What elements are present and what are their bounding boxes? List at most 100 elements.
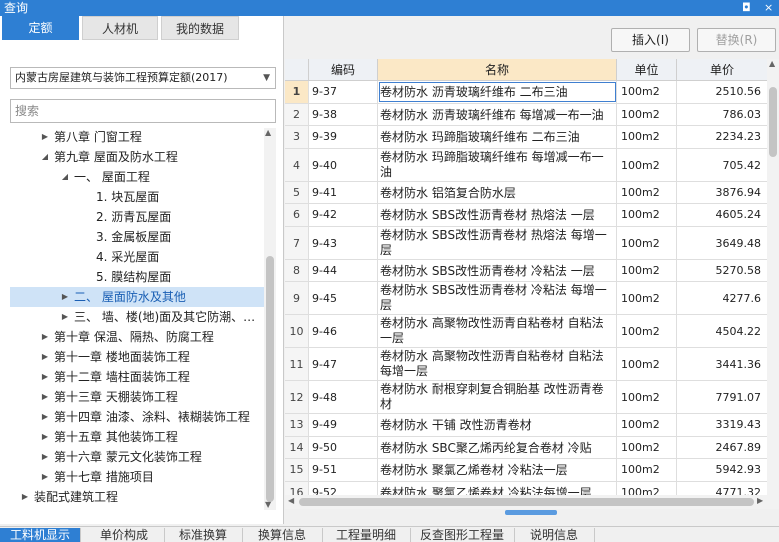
quota-library-select[interactable]: 内蒙古房屋建筑与装饰工程预算定额(2017) ▼ — [10, 67, 276, 89]
row-index: 5 — [285, 181, 309, 203]
scroll-left-icon[interactable]: ◀ — [288, 496, 294, 505]
tree-node-label: 第九章 屋面及防水工程 — [54, 150, 178, 164]
row-unit: 100m2 — [617, 226, 677, 259]
replace-button[interactable]: 替换(R) — [697, 28, 776, 52]
table-row[interactable]: 11 9-47 卷材防水 高聚物改性沥青自粘卷材 自粘法每增一层 100m2 3441.… — [285, 348, 768, 381]
row-price: 5270.58 — [677, 259, 768, 281]
header-price[interactable]: 单价 — [677, 59, 768, 81]
table-vertical-scrollbar[interactable]: ▲ — [767, 59, 779, 509]
row-unit: 100m2 — [617, 436, 677, 458]
tab-my-data[interactable]: 我的数据 — [161, 16, 239, 40]
expand-arrow-icon[interactable]: ▶ — [38, 427, 52, 447]
tree-node-label: 1. 块瓦屋面 — [96, 190, 160, 204]
row-index: 13 — [285, 414, 309, 436]
scroll-up-icon[interactable]: ▲ — [265, 128, 271, 137]
close-icon[interactable]: × — [764, 0, 773, 16]
row-name: 卷材防水 玛蹄脂玻璃纤维布 每增减一布一油 — [378, 148, 617, 181]
bottom-tabs: 工料机显示 单价构成 标准换算 换算信息 工程量明细 反查图形工程量 说明信息 — [0, 526, 779, 542]
expand-arrow-icon[interactable]: ▶ — [18, 487, 32, 507]
collapse-arrow-icon[interactable]: ◢ — [38, 147, 52, 167]
row-code: 9-44 — [309, 259, 378, 281]
row-code: 9-50 — [309, 436, 378, 458]
restore-icon[interactable]: ◘ — [742, 0, 751, 16]
tree-node-label: 三、 墙、楼(地)面及其它防潮、… — [74, 310, 256, 324]
expand-arrow-icon[interactable]: ▶ — [58, 307, 72, 327]
expand-arrow-icon[interactable]: ▶ — [38, 407, 52, 427]
tree-scrollbar[interactable]: ▲ ▼ — [264, 128, 276, 510]
search-input[interactable] — [10, 99, 276, 123]
expand-arrow-icon[interactable]: ▶ — [38, 347, 52, 367]
row-code: 9-48 — [309, 381, 378, 413]
expand-arrow-icon[interactable]: ▶ — [38, 127, 52, 147]
row-name: 卷材防水 玛蹄脂玻璃纤维布 二布三油 — [378, 126, 617, 148]
row-code: 9-41 — [309, 181, 378, 203]
table-row[interactable]: 6 9-42 卷材防水 SBS改性沥青卷材 热熔法 一层 100m2 4605.24 — [285, 204, 768, 227]
row-unit: 100m2 — [617, 414, 677, 436]
expand-arrow-icon[interactable]: ▶ — [38, 327, 52, 347]
collapse-arrow-icon[interactable]: ◢ — [58, 167, 72, 187]
table-horizontal-scrollbar[interactable]: ◀ ▶ — [285, 495, 767, 509]
row-name: 卷材防水 沥青玻璃纤维布 二布三油 — [378, 81, 617, 103]
tree-node-label: 3. 金属板屋面 — [96, 230, 172, 244]
table-row[interactable]: 13 9-49 卷材防水 干铺 改性沥青卷材 100m2 3319.43 — [285, 414, 768, 437]
tree-node-label: 第十五章 其他装饰工程 — [54, 430, 178, 444]
row-index: 12 — [285, 381, 309, 413]
table-row[interactable]: 5 9-41 卷材防水 铝箔复合防水层 100m2 3876.94 — [285, 181, 768, 204]
row-index: 6 — [285, 204, 309, 226]
scroll-up-icon[interactable]: ▲ — [769, 59, 775, 68]
expand-arrow-icon[interactable]: ▶ — [38, 467, 52, 487]
table-row[interactable]: 10 9-46 卷材防水 高聚物改性沥青自粘卷材 自粘法一层 100m2 4504.22 — [285, 315, 768, 348]
row-unit: 100m2 — [617, 481, 677, 495]
header-unit[interactable]: 单位 — [617, 59, 677, 81]
row-index: 8 — [285, 259, 309, 281]
tab-quota[interactable]: 定额 — [2, 16, 79, 40]
row-code: 9-49 — [309, 414, 378, 436]
row-code: 9-42 — [309, 204, 378, 226]
tree-node-label: 第十三章 天棚装饰工程 — [54, 390, 178, 404]
table-row[interactable]: 1 9-37 卷材防水 沥青玻璃纤维布 二布三油 100m2 2510.56 — [285, 81, 768, 104]
expand-arrow-icon[interactable]: ▶ — [58, 287, 72, 307]
insert-button[interactable]: 插入(I) — [611, 28, 690, 52]
row-name: 卷材防水 SBS改性沥青卷材 热熔法 每增一层 — [378, 226, 617, 259]
tree-node[interactable]: ▶ 二、 屋面防水及其他 — [10, 287, 264, 307]
expand-arrow-icon[interactable]: ▶ — [38, 447, 52, 467]
row-price: 4605.24 — [677, 204, 768, 226]
tab-labor-material-machine[interactable]: 人材机 — [82, 16, 158, 40]
row-name: 卷材防水 沥青玻璃纤维布 每增减一布一油 — [378, 103, 617, 125]
header-code[interactable]: 编码 — [309, 59, 378, 81]
scroll-down-icon[interactable]: ▼ — [265, 500, 271, 509]
tree-scrollbar-thumb[interactable] — [266, 256, 274, 502]
table-row[interactable]: 12 9-48 卷材防水 耐根穿刺复合铜胎基 改性沥青卷材 100m2 7791.07 — [285, 381, 768, 414]
table-row[interactable]: 9 9-45 卷材防水 SBS改性沥青卷材 冷粘法 每增一层 100m2 4277.6 — [285, 282, 768, 315]
table-row[interactable]: 8 9-44 卷材防水 SBS改性沥青卷材 冷粘法 一层 100m2 5270.58 — [285, 259, 768, 282]
row-name: 卷材防水 SBS改性沥青卷材 冷粘法 一层 — [378, 259, 617, 281]
row-code: 9-52 — [309, 481, 378, 495]
table-row[interactable]: 3 9-39 卷材防水 玛蹄脂玻璃纤维布 二布三油 100m2 2234.23 — [285, 126, 768, 149]
row-name: 卷材防水 耐根穿刺复合铜胎基 改性沥青卷材 — [378, 381, 617, 413]
scroll-right-icon[interactable]: ▶ — [757, 496, 763, 505]
row-code: 9-43 — [309, 226, 378, 259]
expand-arrow-icon[interactable]: ▶ — [38, 367, 52, 387]
table-row[interactable]: 16 9-52 卷材防水 聚氯乙烯卷材 冷粘法每增一层 100m2 4771.32 — [285, 481, 768, 495]
row-unit: 100m2 — [617, 126, 677, 148]
category-tabs: 定额 人材机 我的数据 — [0, 16, 283, 40]
table-row[interactable]: 7 9-43 卷材防水 SBS改性沥青卷材 热熔法 每增一层 100m2 3649.48 — [285, 226, 768, 260]
row-code: 9-46 — [309, 315, 378, 347]
panel-splitter-handle[interactable] — [505, 510, 557, 515]
table-row[interactable]: 2 9-38 卷材防水 沥青玻璃纤维布 每增减一布一油 100m2 786.03 — [285, 103, 768, 126]
tree-node-label: 第十二章 墙柱面装饰工程 — [54, 370, 190, 384]
expand-arrow-icon[interactable]: ▶ — [38, 387, 52, 407]
row-code: 9-38 — [309, 103, 378, 125]
row-code: 9-39 — [309, 126, 378, 148]
table-horizontal-scrollbar-thumb[interactable] — [299, 498, 754, 506]
row-unit: 100m2 — [617, 81, 677, 103]
row-unit: 100m2 — [617, 103, 677, 125]
table-row[interactable]: 14 9-50 卷材防水 SBC聚乙烯丙纶复合卷材 冷贴 100m2 2467.89 — [285, 436, 768, 459]
row-index: 14 — [285, 436, 309, 458]
header-name[interactable]: 名称 — [378, 59, 617, 81]
row-price: 3441.36 — [677, 348, 768, 380]
table-row[interactable]: 15 9-51 卷材防水 聚氯乙烯卷材 冷粘法一层 100m2 5942.93 — [285, 459, 768, 482]
table-row[interactable]: 4 9-40 卷材防水 玛蹄脂玻璃纤维布 每增减一布一油 100m2 705.42 — [285, 148, 768, 182]
table-vertical-scrollbar-thumb[interactable] — [769, 87, 777, 157]
row-unit: 100m2 — [617, 459, 677, 481]
